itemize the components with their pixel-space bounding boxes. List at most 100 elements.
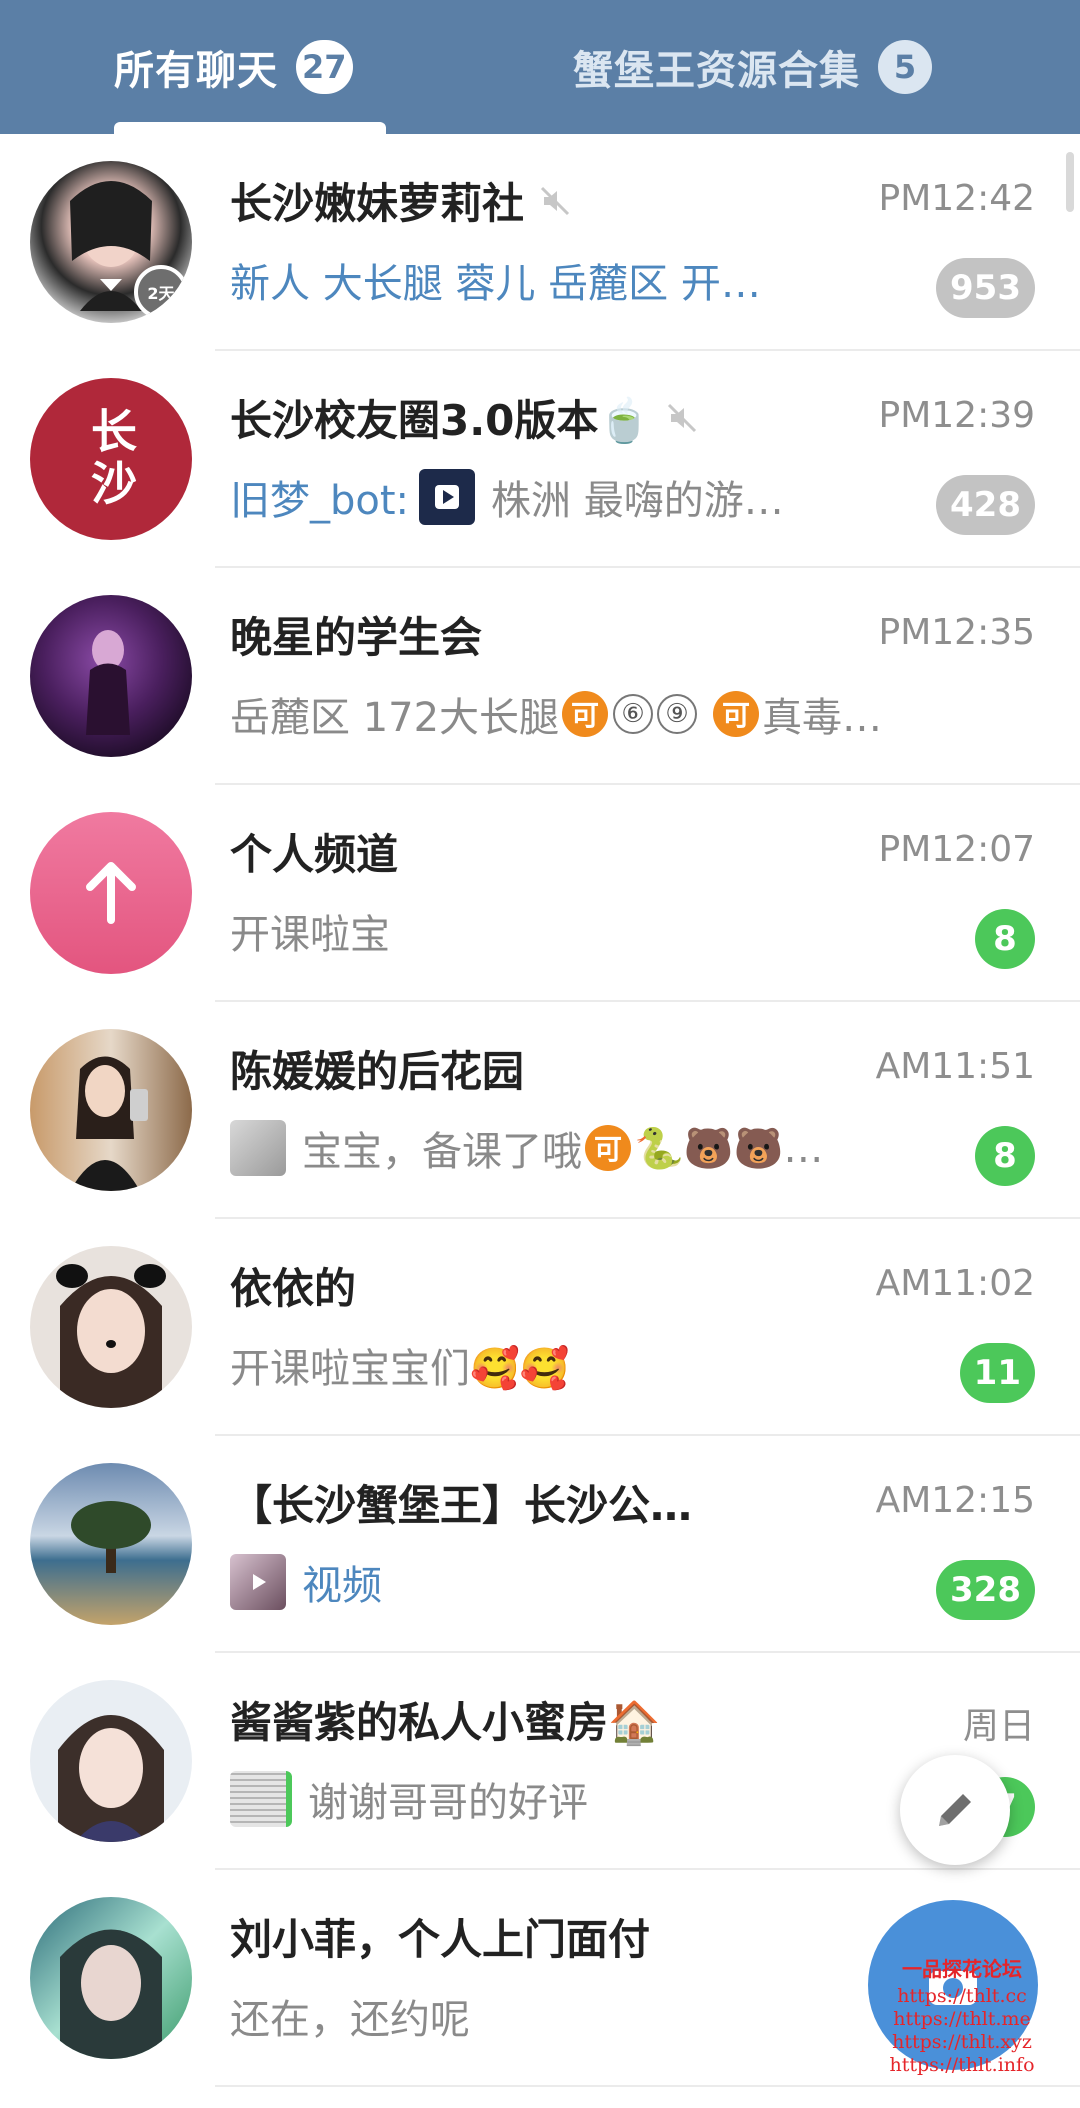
chat-preview: 谢谢哥哥的好评 bbox=[230, 1770, 910, 1828]
chat-row[interactable]: 陈媛媛的后花园 AM11:51 宝宝，备课了哦 可 🐍🐻🐻… 8 bbox=[0, 1002, 1080, 1219]
chat-title-text: 陈媛媛的后花园 bbox=[230, 1047, 525, 1096]
unread-badge: 328 bbox=[936, 1560, 1035, 1620]
chat-row[interactable]: 依依的 AM11:02 开课啦宝宝们🥰🥰 11 bbox=[0, 1219, 1080, 1436]
avatar bbox=[30, 812, 192, 974]
chat-preview-text: 新人 大长腿 蓉儿 岳麓区 开… bbox=[230, 261, 761, 307]
unread-badge: 8 bbox=[975, 909, 1035, 969]
preview-sender: 旧梦_bot: bbox=[230, 478, 410, 524]
avatar bbox=[30, 1463, 192, 1625]
video-thumbnail bbox=[419, 469, 476, 525]
avatar bbox=[30, 1897, 192, 2059]
chat-title-text: 酱酱紫的私人小蜜房🏠 bbox=[230, 1698, 661, 1747]
tab-all-chats-label: 所有聊天 bbox=[114, 48, 278, 94]
chat-preview-text: 开课啦宝 bbox=[230, 912, 390, 958]
speaker-muted-icon bbox=[667, 403, 696, 432]
chat-folder-tabs: 所有聊天 27 蟹堡王资源合集 5 bbox=[0, 0, 1080, 134]
chat-preview: 还在，还约呢 bbox=[230, 1987, 910, 2045]
chat-title: 陈媛媛的后花园 bbox=[230, 1038, 780, 1099]
chat-row[interactable]: 长沙 长沙校友圈3.0版本🍵 PM12:39 旧梦_bot: 株洲 最嗨的游… … bbox=[0, 351, 1080, 568]
chat-time: PM12:07 bbox=[878, 829, 1035, 870]
chat-preview-text: 株洲 最嗨的游… bbox=[491, 478, 784, 524]
tab-resource-collection[interactable]: 蟹堡王资源合集 5 bbox=[573, 0, 932, 134]
chat-preview-emoji-tail: 🐍🐻🐻… bbox=[634, 1125, 824, 1172]
chat-preview-text: 岳麓区 172大长腿 bbox=[230, 695, 560, 741]
unread-badge: 11 bbox=[959, 1343, 1035, 1403]
circled-nine-icon: ⑨ bbox=[657, 694, 698, 734]
chat-time: AM11:51 bbox=[875, 1046, 1035, 1087]
chat-title-text: 依依的 bbox=[230, 1264, 357, 1313]
compose-button[interactable] bbox=[900, 1755, 1010, 1865]
chat-preview: 开课啦宝 bbox=[230, 902, 910, 960]
avatar-calligraphy-text: 长沙 bbox=[84, 407, 138, 511]
ke-emoji-icon: 可 bbox=[585, 1125, 631, 1171]
chat-time: PM12:35 bbox=[878, 612, 1035, 653]
watermark: 一品探花论坛 https://thlt.cc https://thlt.me h… bbox=[862, 1958, 1062, 2077]
chat-time: 周日 bbox=[962, 1706, 1035, 1747]
chat-title: 刘小菲，个人上门面付 bbox=[230, 1906, 780, 1967]
tab-resource-collection-count: 5 bbox=[878, 40, 932, 94]
image-thumbnail bbox=[230, 1120, 286, 1176]
chat-time: PM12:42 bbox=[878, 178, 1035, 219]
avatar bbox=[30, 595, 192, 757]
chat-row[interactable]: 晚星的学生会 PM12:35 岳麓区 172大长腿 可 ⑥ ⑨ 可 真毒… bbox=[0, 568, 1080, 785]
chat-title: 长沙校友圈3.0版本🍵 bbox=[230, 387, 780, 448]
image-thumbnail bbox=[230, 1771, 292, 1827]
avatar bbox=[30, 1680, 192, 1842]
avatar: 2天 bbox=[30, 161, 192, 323]
chat-title-text: 晚星的学生会 bbox=[230, 613, 483, 662]
chat-preview-text: 视频 bbox=[302, 1563, 382, 1609]
chat-title-text: 个人频道 bbox=[230, 830, 399, 879]
chat-preview: 开课啦宝宝们🥰🥰 bbox=[230, 1336, 910, 1394]
arrow-up-icon bbox=[86, 862, 136, 924]
row-divider bbox=[215, 2085, 1080, 2087]
chat-title: 【长沙蟹堡王】长沙公… bbox=[230, 1472, 780, 1533]
pencil-icon bbox=[939, 1794, 971, 1826]
chat-title-text: 刘小菲，个人上门面付 bbox=[230, 1915, 651, 1964]
circled-six-icon: ⑥ bbox=[613, 694, 654, 734]
watermark-title: 一品探花论坛 bbox=[902, 1957, 1022, 1981]
active-tab-indicator bbox=[114, 122, 386, 134]
story-days-badge: 2天 bbox=[134, 265, 188, 319]
watermark-line: https://thlt.cc bbox=[897, 1985, 1027, 2007]
chat-preview: 旧梦_bot: 株洲 最嗨的游… bbox=[230, 468, 910, 526]
ke-emoji-icon: 可 bbox=[562, 691, 609, 737]
video-thumbnail bbox=[230, 1554, 286, 1610]
chat-preview-text: 开课啦宝宝们🥰🥰 bbox=[230, 1346, 570, 1392]
watermark-line: https://thlt.xyz bbox=[892, 2031, 1032, 2053]
unread-badge: 428 bbox=[936, 475, 1035, 535]
chat-title: 长沙嫩妹萝莉社 bbox=[230, 170, 780, 231]
chat-row[interactable]: 个人频道 PM12:07 开课啦宝 8 bbox=[0, 785, 1080, 1002]
ke-emoji-icon: 可 bbox=[713, 691, 760, 737]
chat-preview: 岳麓区 172大长腿 可 ⑥ ⑨ 可 真毒… bbox=[230, 685, 1020, 743]
avatar: 长沙 bbox=[30, 378, 192, 540]
avatar bbox=[30, 1029, 192, 1191]
watermark-line: https://thlt.me bbox=[893, 2008, 1031, 2030]
chat-title: 个人频道 bbox=[230, 821, 780, 882]
play-icon bbox=[435, 485, 460, 509]
avatar bbox=[30, 1246, 192, 1408]
chat-title: 酱酱紫的私人小蜜房🏠 bbox=[230, 1689, 780, 1750]
chat-preview-text-tail: 真毒… bbox=[762, 695, 883, 741]
chat-title-text: 长沙校友圈3.0版本🍵 bbox=[230, 396, 651, 445]
watermark-line: https://thlt.info bbox=[889, 2054, 1035, 2076]
chat-row[interactable]: 2天 长沙嫩妹萝莉社 PM12:42 新人 大长腿 蓉儿 岳麓区 开… 953 bbox=[0, 134, 1080, 351]
play-icon bbox=[253, 1574, 266, 1590]
chat-preview: 宝宝，备课了哦 可 🐍🐻🐻… bbox=[230, 1119, 910, 1177]
chat-preview-text: 还在，还约呢 bbox=[230, 1997, 470, 2043]
chat-preview: 视频 bbox=[230, 1553, 910, 1611]
chat-time: AM11:02 bbox=[875, 1263, 1035, 1304]
chat-preview-text: 宝宝，备课了哦 bbox=[302, 1129, 582, 1175]
chat-time: AM12:15 bbox=[875, 1480, 1035, 1521]
chat-title-text: 【长沙蟹堡王】长沙公… bbox=[230, 1481, 693, 1530]
chat-time: PM12:39 bbox=[878, 395, 1035, 436]
tab-all-chats[interactable]: 所有聊天 27 bbox=[114, 0, 353, 134]
chat-title-text: 长沙嫩妹萝莉社 bbox=[230, 179, 525, 228]
chat-preview-text: 谢谢哥哥的好评 bbox=[308, 1780, 588, 1826]
tab-resource-collection-label: 蟹堡王资源合集 bbox=[573, 48, 860, 94]
unread-badge: 953 bbox=[936, 258, 1035, 318]
chat-row[interactable]: 【长沙蟹堡王】长沙公… AM12:15 视频 328 bbox=[0, 1436, 1080, 1653]
chat-preview: 新人 大长腿 蓉儿 岳麓区 开… bbox=[230, 251, 910, 309]
chat-title: 晚星的学生会 bbox=[230, 604, 780, 665]
chat-title: 依依的 bbox=[230, 1255, 780, 1316]
unread-badge: 8 bbox=[975, 1126, 1035, 1186]
